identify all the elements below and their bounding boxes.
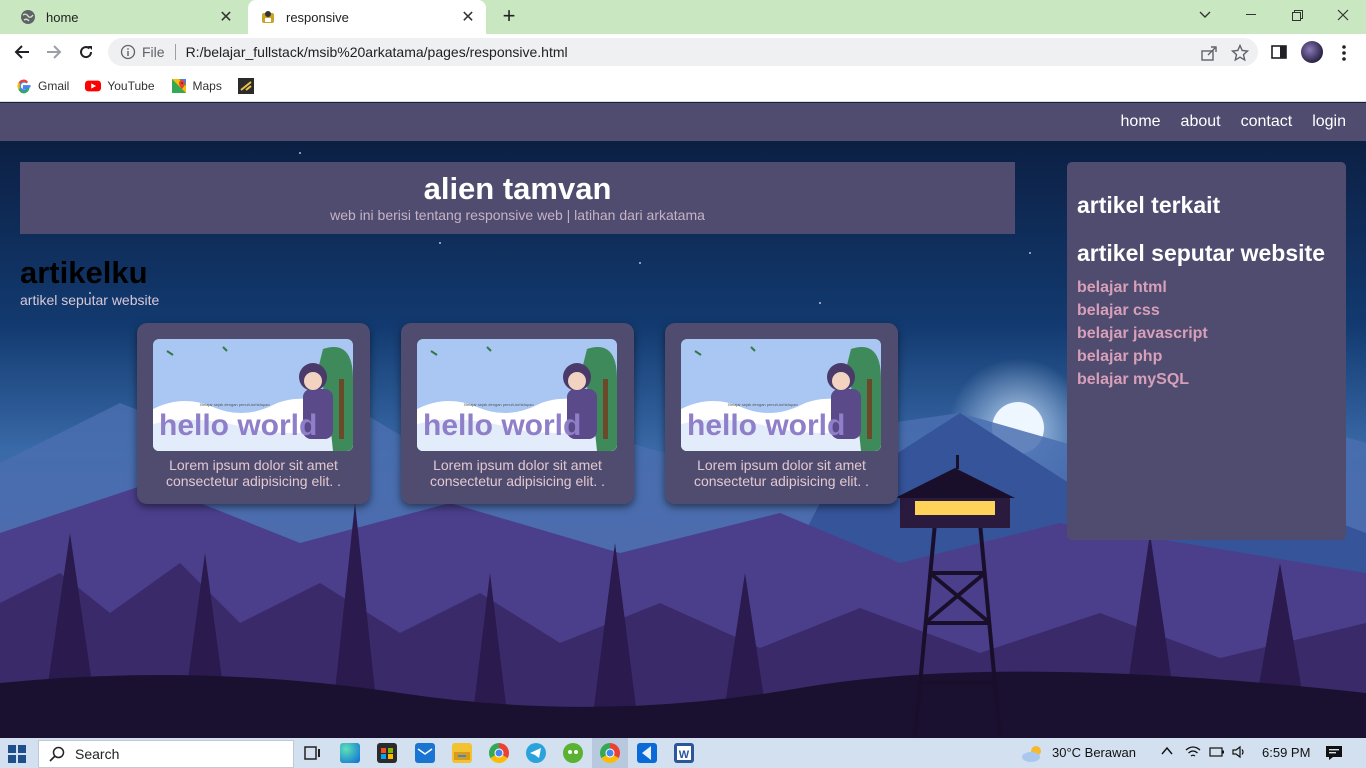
bookmark-gmail[interactable]: Gmail (16, 78, 69, 94)
nav-link-contact[interactable]: contact (1241, 113, 1293, 131)
nav-link-login[interactable]: login (1312, 113, 1346, 131)
telegram-icon[interactable] (526, 743, 546, 763)
minimize-button[interactable] (1228, 0, 1274, 30)
nav-link-about[interactable]: about (1181, 113, 1221, 131)
sidebar-heading-related: artikel terkait (1077, 192, 1221, 218)
bookmark-label: YouTube (107, 78, 155, 93)
bookmark-unnamed[interactable] (237, 77, 260, 94)
section-subtitle: artikel seputar website (20, 292, 160, 308)
microsoft-store-icon[interactable] (377, 743, 397, 763)
google-icon (16, 78, 32, 94)
site-subtitle: web ini berisi tentang responsive web | … (330, 207, 705, 223)
hero-banner: alien tamvan web ini berisi tentang resp… (20, 162, 1015, 234)
menu-dots-icon[interactable] (1336, 44, 1354, 62)
card-caption: hello world (687, 409, 846, 442)
sidebar-link-list: belajar html belajar css belajar javascr… (1077, 276, 1208, 391)
scheme-label: File (142, 44, 165, 60)
taskbar-search-label: Search (75, 746, 120, 762)
edge-icon[interactable] (340, 743, 360, 763)
card-caption: hello world (423, 409, 582, 442)
weather-icon[interactable] (1020, 744, 1041, 764)
chevron-up-icon[interactable] (1161, 745, 1173, 760)
reload-button[interactable] (74, 40, 98, 64)
windows-taskbar: Search W 30°C Berawan 6:59 PM (0, 738, 1366, 768)
tab-strip: home ✕ responsive ✕ + (0, 0, 1366, 34)
mail-icon[interactable] (415, 743, 435, 763)
url-text[interactable]: R:/belajar_fullstack/msib%20arkatama/pag… (186, 44, 1258, 60)
chrome-icon[interactable] (489, 743, 509, 763)
youtube-icon (85, 78, 102, 94)
tab-home[interactable]: home ✕ (8, 0, 244, 34)
page-viewport: home about contact login alien tamvan we… (0, 103, 1366, 738)
profile-avatar[interactable] (1301, 41, 1323, 63)
side-panel-icon[interactable] (1271, 44, 1289, 62)
card-banner-text: Belajar sejak dengan penuh-kehidupan (200, 402, 269, 407)
sidebar-panel: artikel terkait artikel seputar website … (1067, 162, 1346, 540)
clock[interactable]: 6:59 PM (1262, 745, 1310, 760)
new-tab-button[interactable]: + (498, 5, 520, 28)
vscode-icon[interactable] (637, 743, 657, 763)
bookmark-star-icon[interactable] (1230, 43, 1250, 62)
close-window-button[interactable] (1320, 0, 1366, 30)
wifi-icon[interactable] (1185, 745, 1201, 762)
card-description: Lorem ipsum dolor sit amet consectetur a… (429, 457, 606, 489)
file-explorer-icon[interactable] (452, 743, 472, 763)
forward-button[interactable] (42, 40, 66, 64)
word-icon[interactable]: W (674, 743, 694, 763)
restore-button[interactable] (1274, 0, 1320, 30)
card-description: Lorem ipsum dolor sit amet consectetur a… (693, 457, 870, 489)
section-title: artikelku (20, 255, 148, 290)
info-icon[interactable] (120, 44, 136, 60)
chrome-active-icon[interactable] (600, 743, 620, 763)
sidebar-link-php[interactable]: belajar php (1077, 345, 1208, 368)
svg-text:W: W (679, 749, 690, 761)
bookmark-maps[interactable]: Maps (171, 78, 222, 94)
divider (174, 44, 176, 60)
tab-search-icon[interactable] (1182, 0, 1228, 30)
back-button[interactable] (10, 40, 34, 64)
notification-icon[interactable] (1325, 745, 1343, 764)
article-card[interactable]: Belajar sejak dengan penuh-kehidupan hel… (401, 323, 634, 504)
card-banner-text: Belajar sejak dengan penuh-kehidupan (728, 402, 797, 407)
page-favicon-icon (260, 9, 276, 25)
nav-link-home[interactable]: home (1121, 113, 1161, 131)
windows-start-icon[interactable] (8, 745, 26, 763)
maps-icon (171, 78, 187, 94)
bookmark-label: Gmail (38, 78, 70, 93)
globe-icon (20, 9, 36, 25)
bookmarks-bar: Gmail YouTube Maps (0, 70, 1366, 102)
share-icon[interactable] (1200, 44, 1218, 62)
weather-text[interactable]: 30°C Berawan (1052, 745, 1136, 760)
volume-icon[interactable] (1231, 745, 1247, 762)
site-title: alien tamvan (423, 171, 612, 206)
bookmark-youtube[interactable]: YouTube (85, 78, 155, 94)
sidebar-link-mysql[interactable]: belajar mySQL (1077, 368, 1208, 391)
bookmark-label: Maps (192, 78, 222, 93)
card-banner-text: Belajar sejak dengan penuh-kehidupan (464, 402, 533, 407)
card-description: Lorem ipsum dolor sit amet consectetur a… (165, 457, 342, 489)
battery-icon[interactable] (1209, 745, 1225, 762)
close-icon[interactable]: ✕ (216, 7, 236, 27)
sidebar-link-javascript[interactable]: belajar javascript (1077, 322, 1208, 345)
site-nav: home about contact login (0, 103, 1366, 141)
search-icon (49, 746, 65, 762)
browser-toolbar: File R:/belajar_fullstack/msib%20arkatam… (0, 34, 1366, 70)
tab-responsive[interactable]: responsive ✕ (248, 0, 486, 34)
article-card[interactable]: Belajar sejak dengan penuh-kehidupan hel… (665, 323, 898, 504)
taskbar-search-box[interactable]: Search (38, 740, 294, 768)
sidebar-link-css[interactable]: belajar css (1077, 299, 1208, 322)
article-card[interactable]: Belajar sejak dengan penuh-kehidupan hel… (137, 323, 370, 504)
sidebar-heading-website: artikel seputar website (1077, 240, 1325, 266)
address-bar[interactable]: File R:/belajar_fullstack/msib%20arkatam… (108, 38, 1258, 66)
card-caption: hello world (159, 409, 318, 442)
task-view-icon[interactable] (302, 743, 322, 763)
tab-title: home (46, 9, 79, 25)
close-icon[interactable]: ✕ (458, 7, 478, 27)
sidebar-link-html[interactable]: belajar html (1077, 276, 1208, 299)
bookmark-favicon-icon (237, 77, 254, 94)
tab-title: responsive (286, 9, 349, 25)
app-icon[interactable] (563, 743, 583, 763)
